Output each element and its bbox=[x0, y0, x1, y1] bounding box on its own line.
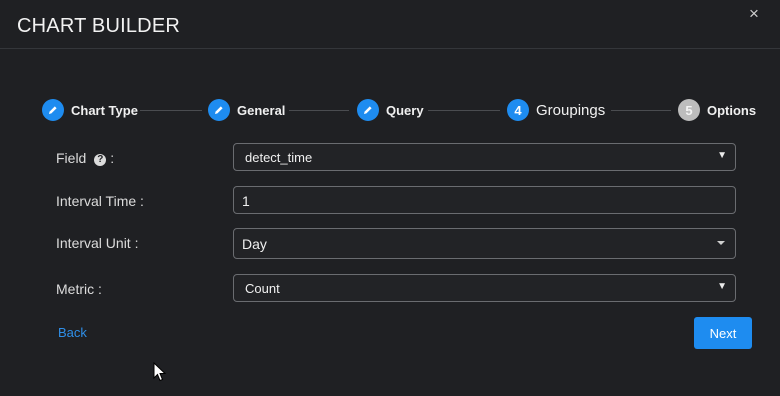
back-link[interactable]: Back bbox=[58, 325, 87, 340]
field-select-value: detect_time bbox=[245, 150, 313, 165]
pencil-icon bbox=[208, 99, 230, 121]
step-query[interactable]: Query bbox=[357, 96, 424, 124]
field-label: Field bbox=[56, 150, 87, 166]
interval-unit-label: Interval Unit : bbox=[56, 235, 139, 251]
step-number: 5 bbox=[678, 99, 700, 121]
interval-unit-select[interactable]: Day bbox=[233, 228, 736, 259]
step-connector bbox=[140, 110, 202, 111]
caret-down-icon: ▼ bbox=[717, 150, 727, 161]
metric-select-value: Count bbox=[245, 281, 280, 296]
step-connector bbox=[428, 110, 500, 111]
interval-time-label: Interval Time : bbox=[56, 193, 144, 209]
chevron-down-icon bbox=[717, 241, 725, 245]
step-label: General bbox=[237, 102, 286, 118]
caret-down-icon: ▼ bbox=[717, 281, 727, 292]
interval-unit-value: Day bbox=[242, 236, 267, 252]
field-select[interactable]: detect_time ▼ bbox=[233, 143, 736, 171]
pencil-icon bbox=[357, 99, 379, 121]
field-label-suffix: : bbox=[106, 150, 115, 166]
chart-builder-modal: CHART BUILDER × Chart Type General Query bbox=[0, 0, 780, 396]
interval-time-value: 1 bbox=[242, 193, 250, 209]
modal-title: CHART BUILDER bbox=[17, 15, 181, 37]
step-connector bbox=[289, 110, 349, 111]
close-icon[interactable]: × bbox=[749, 4, 759, 24]
pencil-icon bbox=[42, 99, 64, 121]
help-icon[interactable]: ? bbox=[94, 154, 107, 166]
step-general[interactable]: General bbox=[208, 96, 285, 124]
step-label: Options bbox=[707, 102, 757, 118]
interval-time-input[interactable]: 1 bbox=[233, 186, 736, 214]
step-options[interactable]: 5 Options bbox=[678, 96, 756, 124]
step-chart-type[interactable]: Chart Type bbox=[42, 96, 138, 124]
modal-header: CHART BUILDER × bbox=[0, 0, 780, 49]
step-groupings[interactable]: 4 Groupings bbox=[507, 96, 605, 124]
metric-select[interactable]: Count ▼ bbox=[233, 274, 736, 302]
field-label-row: Field? : bbox=[56, 150, 114, 166]
next-button[interactable]: Next bbox=[694, 317, 752, 349]
step-number: 4 bbox=[507, 99, 529, 121]
step-label: Query bbox=[386, 102, 424, 118]
mouse-cursor-icon bbox=[153, 361, 167, 387]
wizard-stepper: Chart Type General Query 4 Groupings 5 O… bbox=[0, 96, 780, 124]
step-label: Groupings bbox=[536, 101, 606, 119]
step-label: Chart Type bbox=[71, 102, 138, 118]
step-connector bbox=[611, 110, 671, 111]
metric-label: Metric : bbox=[56, 281, 102, 297]
